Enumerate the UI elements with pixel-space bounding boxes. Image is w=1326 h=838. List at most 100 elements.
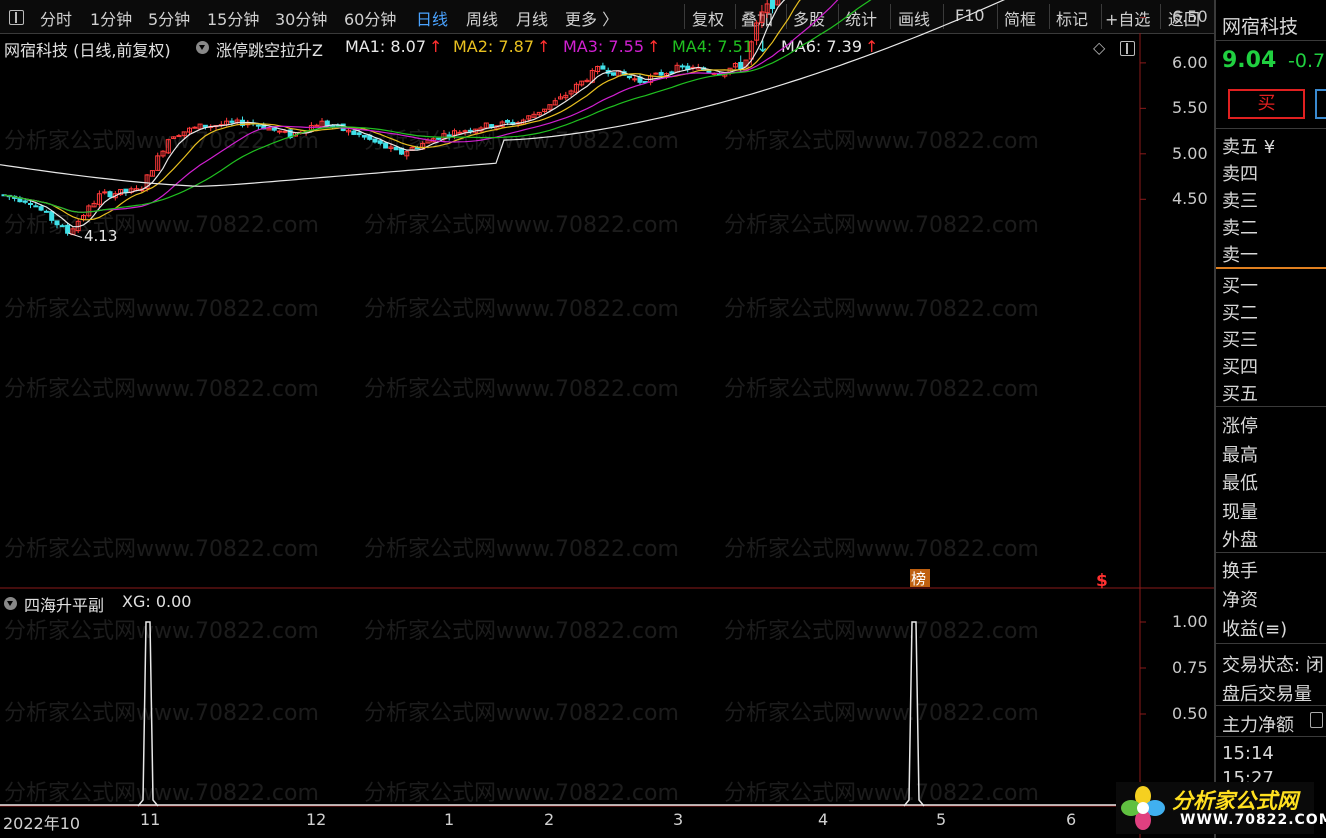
candle-body xyxy=(356,132,362,136)
sell-level-3: 卖二 xyxy=(1222,218,1258,239)
time-tick-label: 2022年10 xyxy=(3,814,81,833)
price-tick-label: 6.00 xyxy=(1172,52,1208,72)
sub-tick-label: 0.75 xyxy=(1172,658,1208,677)
site-logo: 分析家公式网 WWW.70822.COM xyxy=(1116,782,1326,834)
candle-body xyxy=(377,140,383,144)
watermark-text: 分析家公式网www.70822.com xyxy=(724,213,1039,238)
candle-body xyxy=(255,124,261,127)
stock-name: 网宿科技 xyxy=(1222,16,1299,38)
spread-line xyxy=(1216,267,1326,269)
candle-body xyxy=(372,138,378,143)
watermark-text: 分析家公式网www.70822.com xyxy=(724,701,1039,726)
time-1: 15:14 xyxy=(1222,743,1274,764)
candle-body xyxy=(54,220,60,226)
candle-body xyxy=(414,147,420,150)
sub-indicator-dropdown-icon[interactable] xyxy=(4,597,17,610)
buy-button[interactable]: 买 xyxy=(1228,89,1305,119)
price-change: -0.7 xyxy=(1288,50,1326,72)
candle-body xyxy=(43,210,49,213)
time-tick-label: 11 xyxy=(140,810,161,829)
candle-body xyxy=(770,0,775,10)
candle-body xyxy=(679,65,685,68)
low-label: 4.13 xyxy=(84,227,117,245)
candle-body xyxy=(383,142,389,149)
candle-body xyxy=(351,130,357,135)
watermark-text: 分析家公式网www.70822.com xyxy=(4,129,319,154)
candle-body xyxy=(65,224,71,234)
buy-level-3: 买四 xyxy=(1222,357,1258,378)
watermark-text: 分析家公式网www.70822.com xyxy=(724,619,1039,644)
watermark-text: 分析家公式网www.70822.com xyxy=(4,377,319,402)
time-tick-label: 5 xyxy=(936,810,947,829)
sub-tick-label: 1.00 xyxy=(1172,612,1208,631)
candle-body xyxy=(229,120,235,123)
watermark-text: 分析家公式网www.70822.com xyxy=(364,701,679,726)
candle-body xyxy=(28,202,33,205)
detail-icon[interactable] xyxy=(1310,712,1323,728)
price-tick-label: 5.00 xyxy=(1172,143,1208,163)
ma1-line xyxy=(3,0,786,228)
candle-body xyxy=(436,137,442,140)
flower-logo-icon xyxy=(1121,786,1165,830)
watermark-text: 分析家公式网www.70822.com xyxy=(364,537,679,562)
watermark-text: 分析家公式网www.70822.com xyxy=(4,619,319,644)
candle-body xyxy=(176,135,182,138)
price-tick-label: 5.50 xyxy=(1172,98,1208,118)
watermark-text: 分析家公式网www.70822.com xyxy=(4,297,319,322)
stat-2: 最低 xyxy=(1222,473,1258,494)
candle-body xyxy=(658,71,664,76)
candle-body xyxy=(38,206,44,211)
ma3-line xyxy=(3,0,839,213)
quote-panel: 网宿科技 9.04 -0.7 买 卖五 ¥ 卖四 卖三 卖二 卖一 买一 买二 买三 买四 买五… xyxy=(1214,0,1326,838)
sub-indicator-value: XG: 0.00 xyxy=(122,592,192,611)
candle-body xyxy=(706,70,712,73)
time-tick-label: 3 xyxy=(673,810,684,829)
candle-body xyxy=(282,130,288,133)
candle-body xyxy=(192,126,198,129)
trade-state: 交易状态: 闭 xyxy=(1222,655,1324,676)
candle-body xyxy=(626,75,632,79)
watermark-text: 分析家公式网www.70822.com xyxy=(364,619,679,644)
time-tick-label: 12 xyxy=(306,810,327,829)
time-tick-label: 2 xyxy=(544,810,555,829)
candle-body xyxy=(102,191,108,194)
watermark-text: 分析家公式网www.70822.com xyxy=(364,377,679,402)
ma6-line xyxy=(0,0,1006,187)
sub-tick-label: 0.50 xyxy=(1172,704,1208,723)
bang-label: 榜 xyxy=(911,570,926,588)
candle-body xyxy=(49,211,55,221)
stat2-0: 换手 xyxy=(1222,561,1258,582)
candle-body xyxy=(107,191,113,198)
candle-body xyxy=(505,119,510,123)
candle-body xyxy=(393,146,399,151)
watermark-text: 分析家公式网www.70822.com xyxy=(364,213,679,238)
s-mark: $ xyxy=(1096,571,1108,591)
candle-body xyxy=(600,65,606,70)
ma4-line xyxy=(3,0,872,213)
watermark-text: 分析家公式网www.70822.com xyxy=(4,701,319,726)
time-tick-label: 4 xyxy=(818,810,829,829)
sell-level-4: 卖一 xyxy=(1222,245,1258,266)
logo-url: WWW.70822.COM xyxy=(1180,812,1326,828)
sell-level-1: 卖四 xyxy=(1222,164,1258,185)
time-tick-label: 1 xyxy=(444,810,455,829)
sell-button-edge[interactable] xyxy=(1315,89,1326,119)
time-tick-label: 6 xyxy=(1066,810,1077,829)
buy-level-2: 买三 xyxy=(1222,330,1258,351)
watermark-text: 分析家公式网www.70822.com xyxy=(364,781,679,806)
sell-level-2: 卖三 xyxy=(1222,191,1258,212)
price-tick-label: 4.50 xyxy=(1172,189,1208,209)
candle-body xyxy=(22,200,28,203)
stat-3: 现量 xyxy=(1222,501,1258,523)
watermark-text: 分析家公式网www.70822.com xyxy=(4,781,319,806)
sub-indicator-name[interactable]: 四海升平副 xyxy=(24,592,104,616)
candle-body xyxy=(457,131,463,134)
candle-body xyxy=(361,134,367,138)
candle-body xyxy=(314,124,320,127)
stat-4: 外盘 xyxy=(1222,530,1258,551)
buy-level-0: 买一 xyxy=(1222,276,1258,297)
candle-body xyxy=(446,134,452,138)
watermark-text: 分析家公式网www.70822.com xyxy=(724,377,1039,402)
candle-body xyxy=(33,205,39,208)
candle-body xyxy=(632,78,638,81)
